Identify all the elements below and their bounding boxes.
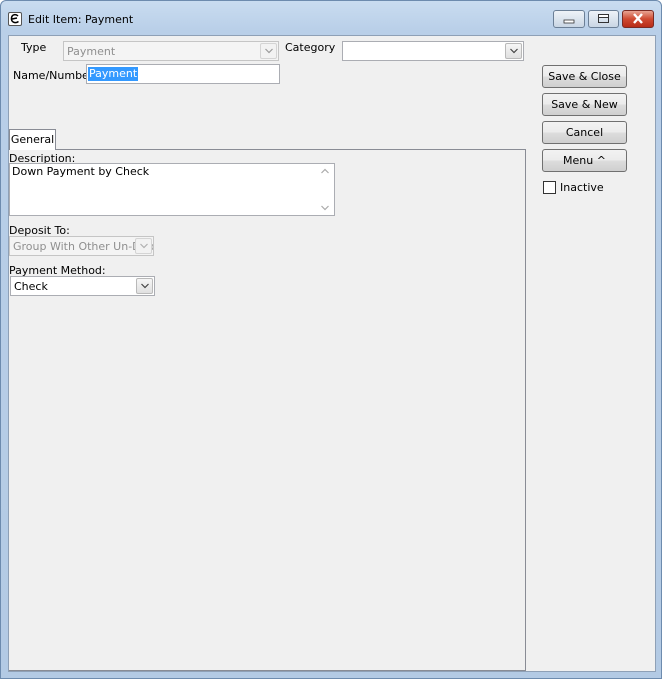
minimize-button[interactable] (553, 10, 585, 28)
inactive-checkbox[interactable] (543, 181, 556, 194)
inactive-label: Inactive (560, 181, 604, 194)
window-title: Edit Item: Payment (28, 13, 134, 26)
payment-method-value: Check (14, 280, 48, 293)
description-value: Down Payment by Check (12, 165, 150, 178)
close-button[interactable] (622, 10, 654, 28)
type-label: Type (21, 41, 47, 54)
category-dropdown[interactable] (342, 41, 524, 61)
save-and-close-button[interactable]: Save & Close (542, 65, 627, 88)
save-and-new-button[interactable]: Save & New (542, 93, 627, 116)
description-scrollbar[interactable] (317, 164, 334, 215)
cancel-button[interactable]: Cancel (542, 121, 627, 144)
maximize-button[interactable] (588, 10, 619, 28)
chevron-down-icon[interactable] (135, 238, 152, 254)
scroll-down-icon[interactable] (321, 205, 329, 211)
app-logo-icon[interactable] (8, 12, 22, 26)
chevron-down-icon[interactable] (136, 278, 153, 294)
close-icon (633, 13, 643, 24)
name-number-label: Name/Number (13, 69, 94, 82)
chevron-down-icon[interactable] (505, 43, 522, 59)
maximize-icon (598, 14, 609, 23)
edit-item-window: Edit Item: Payment Type Payment Category… (0, 0, 662, 679)
minimize-icon (563, 19, 575, 24)
scroll-up-icon[interactable] (321, 168, 329, 174)
payment-method-dropdown[interactable]: Check (10, 276, 155, 296)
name-number-value: Payment (88, 67, 139, 81)
dialog-body: Type Payment Category Name/Number Paymen… (8, 35, 656, 672)
deposit-to-dropdown[interactable]: Group With Other Un-Dep (9, 236, 154, 256)
menu-button[interactable]: Menu ^ (542, 149, 627, 172)
type-dropdown[interactable]: Payment (63, 41, 279, 61)
category-label: Category (285, 41, 336, 54)
name-number-input[interactable]: Payment (86, 64, 280, 84)
chevron-down-icon[interactable] (260, 43, 277, 59)
tab-general[interactable]: General (9, 129, 56, 150)
type-value: Payment (67, 45, 116, 58)
deposit-to-value: Group With Other Un-Dep (13, 240, 154, 253)
general-tab-panel (9, 149, 526, 671)
description-textarea[interactable]: Down Payment by Check (9, 163, 335, 216)
title-bar[interactable]: Edit Item: Payment (1, 1, 661, 36)
